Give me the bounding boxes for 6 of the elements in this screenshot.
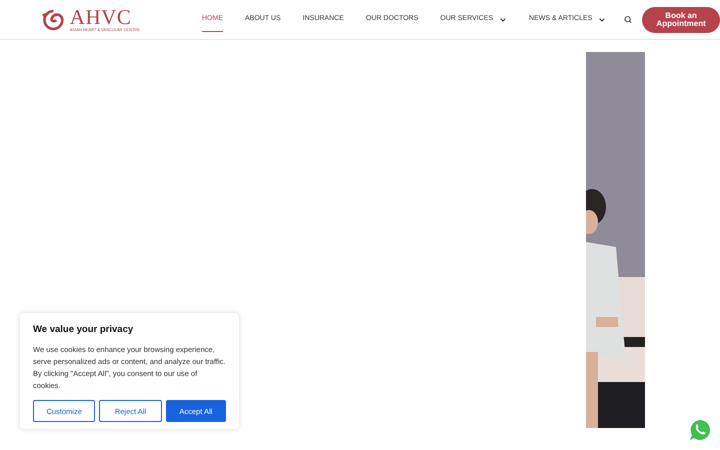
appointment-button[interactable]: Book an Appointment — [642, 6, 720, 32]
cookie-title: We value your privacy — [33, 323, 134, 337]
chevron-icon — [499, 16, 508, 24]
logo-wordmark: AHVC — [70, 7, 132, 28]
search-icon[interactable] — [624, 15, 632, 24]
chevron-icon — [598, 16, 606, 24]
